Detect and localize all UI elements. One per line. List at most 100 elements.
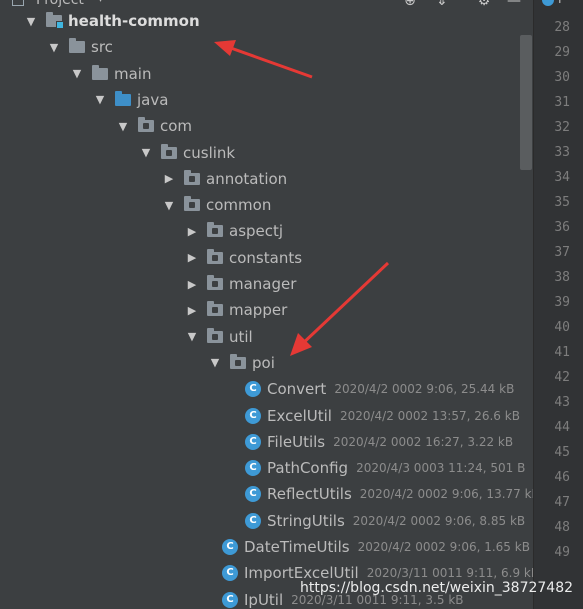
chevron-down-icon[interactable]: ▾ — [98, 0, 103, 5]
package-icon — [207, 222, 223, 238]
line-number: 41 — [554, 345, 570, 360]
package-icon — [207, 275, 223, 290]
expand-down-icon[interactable]: ▼ — [162, 199, 176, 212]
tree-item-label: com — [160, 117, 193, 136]
file-meta: 2020/4/2 0002 9:06, 1.65 kB — [357, 540, 530, 554]
package-icon — [230, 353, 246, 369]
tree-item-label: java — [137, 90, 169, 109]
expand-down-icon[interactable]: ▼ — [185, 330, 199, 343]
file-meta: 2020/4/2 0002 9:06, 13.77 kB — [359, 487, 533, 502]
package-icon — [161, 143, 177, 159]
class-icon: C — [222, 591, 238, 608]
expand-down-icon[interactable]: ▼ — [70, 67, 84, 80]
tree-item-label: StringUtils — [267, 511, 345, 530]
tree-folder-item[interactable]: ▼ cuslink — [139, 140, 235, 166]
package-icon — [184, 196, 200, 212]
line-number: 48 — [554, 520, 570, 535]
line-number: 36 — [554, 220, 570, 235]
tree-item-label: aspectj — [229, 222, 284, 241]
tree-folder-item[interactable]: ▼ common — [162, 192, 271, 218]
tree-item-label: ExcelUtil — [267, 406, 332, 425]
file-meta: 2020/4/2 0002 16:27, 3.22 kB — [333, 434, 514, 449]
file-meta: 2020/3/11 0011 9:11, 6.9 kB — [366, 566, 533, 581]
tree-folder-item[interactable]: ▼ util — [185, 324, 253, 350]
tree-item-label: mapper — [229, 301, 288, 320]
package-icon — [138, 117, 154, 133]
tree-file-item[interactable]: C Convert 2020/4/2 0002 9:06, 25.44 kB — [231, 376, 514, 402]
tree-file-item[interactable]: C FileUtils 2020/4/2 0002 16:27, 3.22 kB — [231, 429, 513, 455]
tree-folder-item[interactable]: ▼ health-common — [24, 8, 200, 34]
tree-item-label: DateTimeUtils — [244, 538, 350, 556]
class-icon — [542, 0, 554, 6]
expand-right-icon[interactable]: ▶ — [185, 304, 199, 317]
tree-item-label: PathConfig — [267, 459, 349, 478]
line-number: 31 — [554, 95, 570, 110]
expand-down-icon[interactable]: ▼ — [93, 93, 107, 106]
tree-file-item[interactable]: C ExcelUtil 2020/4/2 0002 13:57, 26.6 kB — [231, 403, 520, 429]
class-icon: C — [245, 433, 261, 450]
tree-item-label: cuslink — [183, 143, 236, 162]
package-icon — [184, 169, 200, 185]
class-icon: C — [245, 486, 261, 503]
tree-item-label: main — [114, 64, 152, 83]
class-icon: C — [245, 407, 261, 424]
editor-tab-label[interactable]: I — [558, 0, 562, 6]
folder-module-icon — [46, 12, 64, 29]
editor-gutter: I 28 29 30 31 32 33 34 35 36 37 38 39 40 41 42 43 44 45 46… — [533, 0, 583, 609]
tree-item-label: ReflectUtils — [267, 485, 352, 504]
tree-file-item[interactable]: C ReflectUtils 2020/4/2 0002 9:06, 13.77 k… — [231, 481, 533, 507]
expand-down-icon[interactable]: ▼ — [47, 41, 61, 54]
line-number: 43 — [554, 395, 570, 410]
line-number: 33 — [554, 145, 570, 160]
line-number: 35 — [554, 195, 570, 210]
expand-right-icon[interactable]: ▶ — [162, 172, 176, 185]
class-icon: C — [245, 381, 261, 398]
line-number: 46 — [554, 470, 570, 485]
tree-folder-item[interactable]: ▶ annotation — [162, 166, 287, 192]
line-number: 39 — [554, 295, 570, 310]
tree-folder-item[interactable]: ▼ java — [93, 87, 168, 113]
tree-folder-item[interactable]: ▶ mapper — [185, 297, 287, 323]
expand-down-icon[interactable]: ▼ — [116, 120, 130, 133]
tree-item-label: manager — [229, 275, 297, 293]
tree-folder-item[interactable]: ▼ main — [70, 61, 151, 87]
class-icon: C — [245, 460, 261, 477]
project-view-label[interactable]: Project — [36, 0, 84, 8]
tree-item-label: annotation — [206, 169, 288, 188]
file-meta: 2020/4/2 0002 9:06, 25.44 kB — [334, 382, 515, 397]
line-number: 42 — [554, 370, 570, 385]
expand-down-icon[interactable]: ▼ — [208, 356, 222, 369]
tree-item-label: constants — [229, 248, 303, 267]
line-number: 34 — [554, 170, 570, 185]
tree-folder-item[interactable]: ▶ aspectj — [185, 218, 283, 244]
expand-down-icon[interactable]: ▼ — [139, 146, 153, 159]
tree-folder-item[interactable]: ▶ manager — [185, 271, 296, 297]
tree-folder-item[interactable]: ▶ constants — [185, 245, 302, 271]
class-icon: C — [222, 539, 238, 555]
tree-item-label: poi — [252, 353, 275, 372]
tree-folder-item[interactable]: ▼ src — [47, 34, 113, 60]
package-icon — [207, 301, 223, 317]
line-number: 38 — [554, 270, 570, 285]
expand-right-icon[interactable]: ▶ — [185, 251, 199, 264]
line-number: 40 — [554, 320, 570, 335]
line-number: 49 — [554, 545, 570, 560]
tree-file-item[interactable]: C PathConfig 2020/4/3 0003 11:24, 501 B — [231, 455, 525, 481]
expand-right-icon[interactable]: ▶ — [185, 225, 199, 238]
tree-file-item[interactable]: C StringUtils 2020/4/2 0002 9:06, 8.85 kB — [231, 508, 525, 534]
line-number: 29 — [554, 45, 570, 60]
tree-file-item[interactable]: C DateTimeUtils 2020/4/2 0002 9:06, 1.65 k… — [208, 534, 530, 560]
file-meta: 2020/4/2 0002 9:06, 8.85 kB — [352, 513, 526, 528]
file-meta: 2020/4/3 0003 11:24, 501 B — [356, 461, 526, 476]
tree-scrollbar[interactable] — [520, 35, 532, 170]
tree-folder-item[interactable]: ▼ poi — [208, 350, 275, 376]
folder-blue-icon — [115, 90, 131, 106]
line-number: 28 — [554, 20, 570, 35]
line-number: 47 — [554, 495, 570, 510]
package-icon — [207, 248, 223, 264]
tree-folder-item[interactable]: ▼ com — [116, 113, 192, 139]
line-number: 30 — [554, 70, 570, 85]
project-icon — [12, 0, 24, 6]
expand-down-icon[interactable]: ▼ — [24, 15, 38, 28]
expand-right-icon[interactable]: ▶ — [185, 278, 199, 291]
